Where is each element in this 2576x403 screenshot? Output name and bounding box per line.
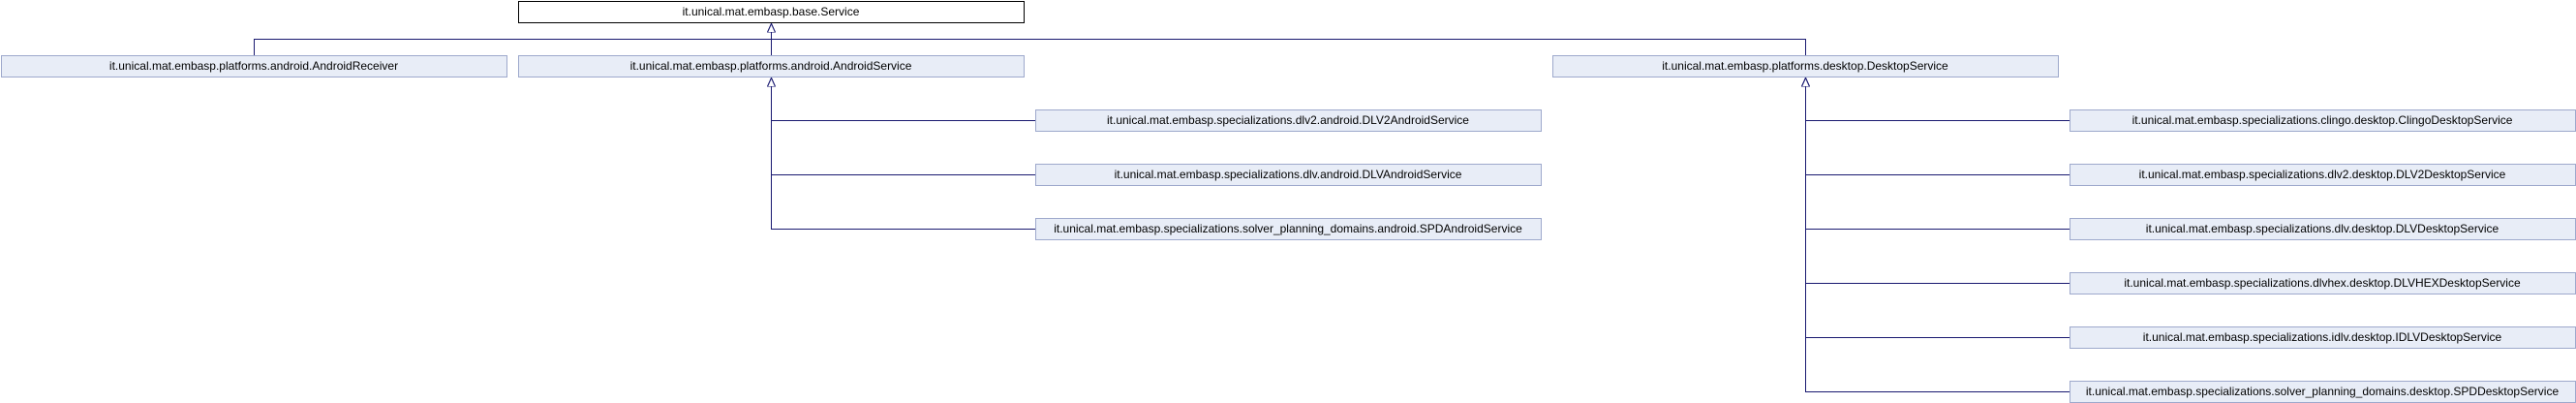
class-label: it.unical.mat.embasp.platforms.android.A…	[109, 59, 398, 73]
class-label: it.unical.mat.embasp.specializations.idl…	[2143, 330, 2502, 344]
class-label: it.unical.mat.embasp.platforms.android.A…	[630, 59, 912, 73]
edge-desktop-service-to-service	[772, 24, 1806, 56]
class-label: it.unical.mat.embasp.specializations.dlv…	[2139, 168, 2506, 181]
class-label: it.unical.mat.embasp.specializations.sol…	[1054, 222, 1522, 235]
class-label: it.unical.mat.embasp.specializations.dlv…	[1107, 113, 1469, 127]
class-node-idlv-desktop[interactable]: it.unical.mat.embasp.specializations.idl…	[2070, 326, 2576, 349]
edge-spd-desktop-to-desktop-service	[1806, 78, 2070, 392]
edge-dlv2-desktop-to-desktop-service	[1806, 78, 2070, 175]
class-node-dlv-desktop[interactable]: it.unical.mat.embasp.specializations.dlv…	[2070, 218, 2576, 240]
class-node-dlv2-desktop[interactable]: it.unical.mat.embasp.specializations.dlv…	[2070, 164, 2576, 186]
class-node-desktop-service[interactable]: it.unical.mat.embasp.platforms.desktop.D…	[1552, 55, 2059, 78]
edge-dlv2-android-to-android-service	[772, 78, 1036, 121]
class-node-base-service[interactable]: it.unical.mat.embasp.base.Service	[518, 1, 1025, 23]
class-label: it.unical.mat.embasp.base.Service	[683, 5, 860, 18]
class-node-dlv-android[interactable]: it.unical.mat.embasp.specializations.dlv…	[1035, 164, 1542, 186]
class-hierarchy-diagram: it.unical.mat.embasp.base.Service it.unic…	[1, 1, 2576, 403]
class-node-dlvhex-desktop[interactable]: it.unical.mat.embasp.specializations.dlv…	[2070, 272, 2576, 294]
edge-dlvhex-desktop-to-desktop-service	[1806, 78, 2070, 284]
class-node-spd-android[interactable]: it.unical.mat.embasp.specializations.sol…	[1035, 218, 1542, 240]
class-node-spd-desktop[interactable]: it.unical.mat.embasp.specializations.sol…	[2070, 381, 2576, 403]
class-label: it.unical.mat.embasp.specializations.dlv…	[1115, 168, 1462, 181]
edge-idlv-desktop-to-desktop-service	[1806, 78, 2070, 338]
edge-spd-android-to-android-service	[772, 78, 1036, 230]
edge-android-receiver-to-service	[254, 24, 772, 56]
class-label: it.unical.mat.embasp.platforms.desktop.D…	[1662, 59, 1948, 73]
class-nodes: it.unical.mat.embasp.base.Service it.unic…	[1, 1, 2576, 403]
class-label: it.unical.mat.embasp.specializations.dlv…	[2124, 276, 2521, 290]
class-label: it.unical.mat.embasp.specializations.dlv…	[2146, 222, 2499, 235]
class-label: it.unical.mat.embasp.specializations.cli…	[2132, 113, 2513, 127]
class-node-clingo-desktop[interactable]: it.unical.mat.embasp.specializations.cli…	[2070, 109, 2576, 132]
edge-dlv-desktop-to-desktop-service	[1806, 78, 2070, 230]
inheritance-edges	[254, 24, 2070, 392]
class-label: it.unical.mat.embasp.specializations.sol…	[2086, 385, 2560, 398]
edge-dlv-android-to-android-service	[772, 78, 1036, 175]
edge-clingo-desktop-to-desktop-service	[1806, 78, 2070, 121]
class-node-android-receiver[interactable]: it.unical.mat.embasp.platforms.android.A…	[1, 55, 507, 78]
class-node-dlv2-android[interactable]: it.unical.mat.embasp.specializations.dlv…	[1035, 109, 1542, 132]
class-node-android-service[interactable]: it.unical.mat.embasp.platforms.android.A…	[518, 55, 1025, 78]
